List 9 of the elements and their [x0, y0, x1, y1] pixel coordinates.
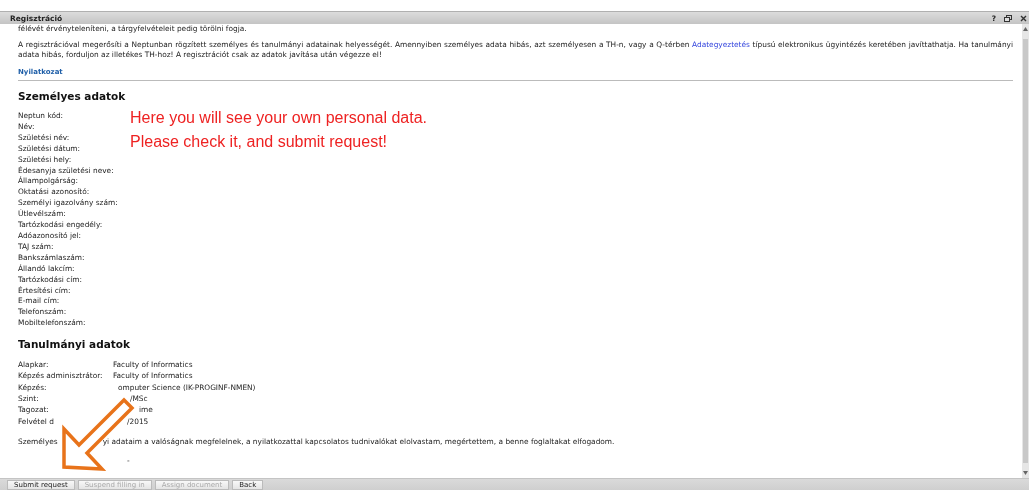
restore-icon[interactable] — [1004, 14, 1012, 22]
section-heading: Személyes adatok — [18, 90, 127, 102]
close-icon[interactable] — [1020, 14, 1027, 22]
section-heading: Tanulmányi adatok — [18, 338, 131, 351]
annotation-text: Please check it, and submit request! — [130, 132, 389, 152]
annotation-text: Here you will see your own personal data. — [130, 108, 428, 128]
scrollbar[interactable] — [1022, 24, 1029, 478]
scroll-down-icon[interactable] — [1023, 471, 1028, 475]
scroll-up-icon[interactable] — [1023, 27, 1028, 31]
